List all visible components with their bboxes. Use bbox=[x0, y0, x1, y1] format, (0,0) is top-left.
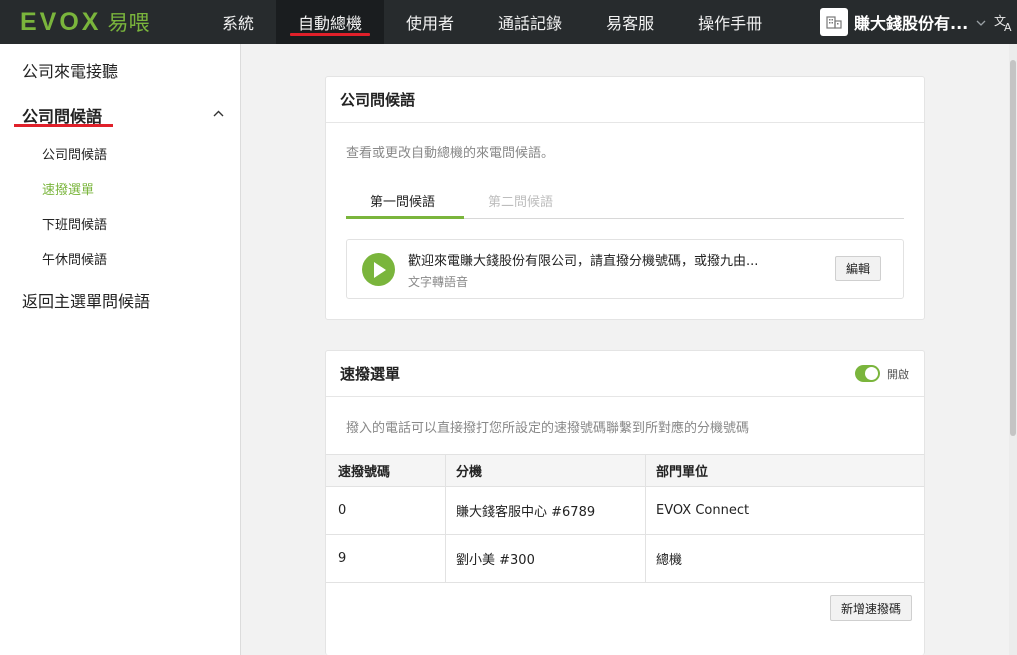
department-cell: 總機 bbox=[656, 553, 683, 568]
main-nav: 系統 自動總機 使用者 通話記錄 易客服 操作手冊 bbox=[200, 0, 784, 44]
column-header-extension: 分機 bbox=[456, 465, 483, 480]
page-scrollbar[interactable] bbox=[1009, 44, 1017, 655]
greeting-card-title: 公司問候語 bbox=[326, 77, 924, 123]
column-header-department: 部門單位 bbox=[656, 465, 709, 480]
edit-button[interactable]: 編輯 bbox=[835, 256, 881, 281]
greeting-type: 文字轉語音 bbox=[408, 275, 469, 289]
nav-auto-attendant[interactable]: 自動總機 bbox=[276, 0, 385, 44]
company-name: 賺大錢股份有... bbox=[854, 14, 969, 33]
speed-code-cell: 9 bbox=[338, 551, 347, 566]
svg-text:A: A bbox=[1004, 21, 1012, 32]
nav-call-records[interactable]: 通話記錄 bbox=[476, 0, 584, 44]
speed-dial-card: 速撥選單 開啟 撥入的電話可以直接撥打您所設定的速撥號碼聯繫到所對應的分機號碼 … bbox=[325, 350, 925, 655]
sidebar-subitem-lunch-break[interactable]: 午休問候語 bbox=[42, 249, 107, 268]
greeting-card: 公司問候語 查看或更改自動總機的來電問候語。 第一問候語 第二問候語 歡迎來電賺… bbox=[325, 76, 925, 320]
speed-dial-title: 速撥選單 bbox=[340, 365, 401, 383]
evox-logo[interactable]: EVOX 易喂 bbox=[0, 0, 200, 44]
add-speed-dial-button[interactable]: 新增速撥碼 bbox=[830, 595, 912, 621]
sidebar-item-company-incoming[interactable]: 公司來電接聽 bbox=[22, 58, 118, 82]
greeting-card-description: 查看或更改自動總機的來電問候語。 bbox=[346, 146, 555, 161]
sidebar-item-return-main-menu[interactable]: 返回主選單問候語 bbox=[22, 288, 150, 312]
toggle-label: 開啟 bbox=[887, 368, 909, 381]
top-navbar: EVOX 易喂 系統 自動總機 使用者 通話記錄 易客服 操作手冊 賺大錢股份有… bbox=[0, 0, 1017, 44]
chevron-up-icon[interactable] bbox=[213, 106, 224, 121]
extension-cell: 劉小美 #300 bbox=[456, 553, 535, 568]
active-section-underline bbox=[14, 124, 113, 127]
speed-dial-toggle[interactable] bbox=[855, 365, 880, 382]
sidebar-subitem-speed-dial[interactable]: 速撥選單 bbox=[42, 179, 94, 198]
tab-second-greeting[interactable]: 第二問候語 bbox=[488, 191, 553, 210]
nav-customer-service[interactable]: 易客服 bbox=[584, 0, 676, 44]
speed-dial-header: 速撥選單 開啟 bbox=[326, 351, 924, 397]
sidebar: 公司來電接聽 公司問候語 公司問候語 速撥選單 下班問候語 午休問候語 返回主選… bbox=[0, 44, 241, 655]
chevron-down-icon bbox=[976, 15, 986, 29]
logo-chinese-text: 易喂 bbox=[107, 11, 150, 35]
building-icon bbox=[820, 8, 848, 36]
sidebar-subitem-company-greeting[interactable]: 公司問候語 bbox=[42, 144, 107, 163]
company-selector[interactable]: 賺大錢股份有... bbox=[820, 8, 986, 36]
logo-text: EVOX bbox=[20, 7, 102, 36]
table-row[interactable]: 9 劉小美 #300 總機 bbox=[326, 535, 924, 583]
column-header-speed-code: 速撥號碼 bbox=[338, 465, 391, 480]
greeting-item: 歡迎來電賺大錢股份有限公司，請直撥分機號碼，或撥九由... 文字轉語音 編輯 bbox=[346, 239, 904, 299]
speed-dial-table: 速撥號碼 分機 部門單位 0 賺大錢客服中心 #6789 EVOX Connec… bbox=[326, 454, 924, 583]
greeting-tabs: 第一問候語 第二問候語 bbox=[346, 185, 904, 219]
play-icon[interactable] bbox=[362, 253, 395, 286]
sidebar-subitem-after-hours[interactable]: 下班問候語 bbox=[42, 214, 107, 233]
speed-code-cell: 0 bbox=[338, 503, 347, 518]
nav-system[interactable]: 系統 bbox=[200, 0, 276, 44]
table-row[interactable]: 0 賺大錢客服中心 #6789 EVOX Connect bbox=[326, 487, 924, 535]
scrollbar-thumb[interactable] bbox=[1010, 60, 1016, 436]
tab-first-greeting[interactable]: 第一問候語 bbox=[370, 191, 435, 210]
department-cell: EVOX Connect bbox=[656, 503, 750, 518]
greeting-text: 歡迎來電賺大錢股份有限公司，請直撥分機號碼，或撥九由... bbox=[408, 254, 759, 269]
nav-manual[interactable]: 操作手冊 bbox=[676, 0, 784, 44]
translate-icon[interactable]: 文 A bbox=[994, 12, 1014, 37]
extension-cell: 賺大錢客服中心 #6789 bbox=[456, 505, 596, 520]
table-header: 速撥號碼 分機 部門單位 bbox=[326, 454, 924, 487]
nav-users[interactable]: 使用者 bbox=[384, 0, 476, 44]
speed-dial-description: 撥入的電話可以直接撥打您所設定的速撥號碼聯繫到所對應的分機號碼 bbox=[346, 421, 750, 436]
active-tab-indicator bbox=[346, 216, 464, 219]
